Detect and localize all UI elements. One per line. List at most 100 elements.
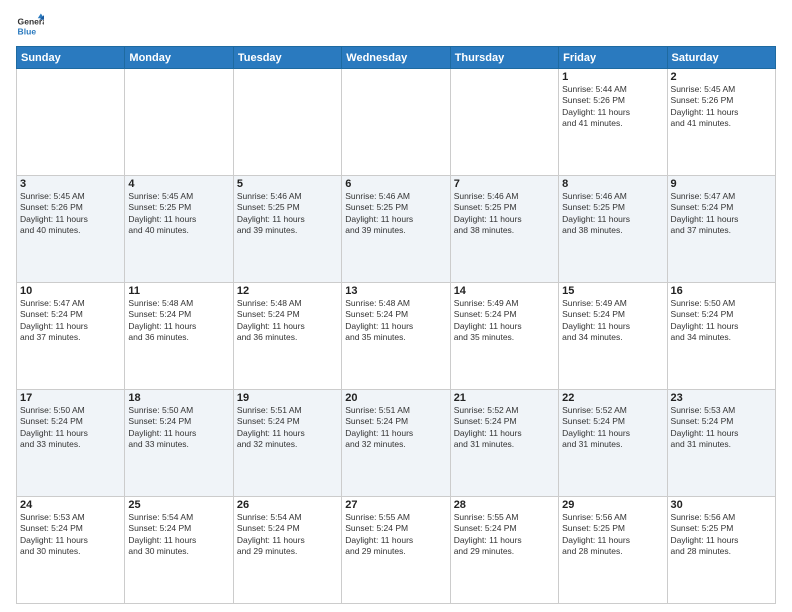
calendar-header-row: SundayMondayTuesdayWednesdayThursdayFrid… <box>17 47 776 69</box>
day-number: 28 <box>454 499 555 511</box>
header: General Blue <box>16 12 776 40</box>
calendar-cell: 23Sunrise: 5:53 AM Sunset: 5:24 PM Dayli… <box>667 390 775 497</box>
calendar-cell: 27Sunrise: 5:55 AM Sunset: 5:24 PM Dayli… <box>342 497 450 604</box>
day-number: 30 <box>671 499 772 511</box>
day-number: 26 <box>237 499 338 511</box>
calendar-cell: 30Sunrise: 5:56 AM Sunset: 5:25 PM Dayli… <box>667 497 775 604</box>
calendar-cell: 15Sunrise: 5:49 AM Sunset: 5:24 PM Dayli… <box>559 283 667 390</box>
calendar-cell: 13Sunrise: 5:48 AM Sunset: 5:24 PM Dayli… <box>342 283 450 390</box>
logo-icon: General Blue <box>16 12 44 40</box>
calendar-cell <box>17 69 125 176</box>
calendar-cell: 24Sunrise: 5:53 AM Sunset: 5:24 PM Dayli… <box>17 497 125 604</box>
day-info: Sunrise: 5:49 AM Sunset: 5:24 PM Dayligh… <box>562 298 663 344</box>
day-info: Sunrise: 5:54 AM Sunset: 5:24 PM Dayligh… <box>128 512 229 558</box>
day-number: 10 <box>20 285 121 297</box>
day-info: Sunrise: 5:49 AM Sunset: 5:24 PM Dayligh… <box>454 298 555 344</box>
logo: General Blue <box>16 12 44 40</box>
day-of-week-header: Sunday <box>17 47 125 69</box>
day-info: Sunrise: 5:51 AM Sunset: 5:24 PM Dayligh… <box>237 405 338 451</box>
day-number: 22 <box>562 392 663 404</box>
day-info: Sunrise: 5:45 AM Sunset: 5:26 PM Dayligh… <box>20 191 121 237</box>
calendar-week-row: 24Sunrise: 5:53 AM Sunset: 5:24 PM Dayli… <box>17 497 776 604</box>
day-info: Sunrise: 5:45 AM Sunset: 5:25 PM Dayligh… <box>128 191 229 237</box>
day-info: Sunrise: 5:47 AM Sunset: 5:24 PM Dayligh… <box>20 298 121 344</box>
calendar-cell: 25Sunrise: 5:54 AM Sunset: 5:24 PM Dayli… <box>125 497 233 604</box>
calendar-cell <box>233 69 341 176</box>
day-number: 24 <box>20 499 121 511</box>
day-info: Sunrise: 5:55 AM Sunset: 5:24 PM Dayligh… <box>454 512 555 558</box>
day-number: 17 <box>20 392 121 404</box>
svg-text:Blue: Blue <box>18 27 37 37</box>
day-number: 7 <box>454 178 555 190</box>
day-of-week-header: Wednesday <box>342 47 450 69</box>
calendar-table: SundayMondayTuesdayWednesdayThursdayFrid… <box>16 46 776 604</box>
calendar-cell: 11Sunrise: 5:48 AM Sunset: 5:24 PM Dayli… <box>125 283 233 390</box>
page: General Blue SundayMondayTuesdayWednesda… <box>0 0 792 612</box>
calendar-cell: 6Sunrise: 5:46 AM Sunset: 5:25 PM Daylig… <box>342 176 450 283</box>
calendar-cell: 2Sunrise: 5:45 AM Sunset: 5:26 PM Daylig… <box>667 69 775 176</box>
day-info: Sunrise: 5:44 AM Sunset: 5:26 PM Dayligh… <box>562 84 663 130</box>
day-info: Sunrise: 5:52 AM Sunset: 5:24 PM Dayligh… <box>454 405 555 451</box>
calendar-cell: 20Sunrise: 5:51 AM Sunset: 5:24 PM Dayli… <box>342 390 450 497</box>
day-info: Sunrise: 5:46 AM Sunset: 5:25 PM Dayligh… <box>237 191 338 237</box>
day-info: Sunrise: 5:46 AM Sunset: 5:25 PM Dayligh… <box>345 191 446 237</box>
calendar-week-row: 17 Sunrise: 5:50 AM Sunset: 5:24 PM Dayli… <box>17 390 776 497</box>
day-number: 20 <box>345 392 446 404</box>
day-number: 18 <box>128 392 229 404</box>
calendar-cell: 3Sunrise: 5:45 AM Sunset: 5:26 PM Daylig… <box>17 176 125 283</box>
calendar-week-row: 1Sunrise: 5:44 AM Sunset: 5:26 PM Daylig… <box>17 69 776 176</box>
day-info: Sunrise: 5:53 AM Sunset: 5:24 PM Dayligh… <box>671 405 772 451</box>
day-number: 27 <box>345 499 446 511</box>
day-info: Sunrise: 5:45 AM Sunset: 5:26 PM Dayligh… <box>671 84 772 130</box>
day-number: 6 <box>345 178 446 190</box>
calendar-cell: 12Sunrise: 5:48 AM Sunset: 5:24 PM Dayli… <box>233 283 341 390</box>
calendar-cell: 21Sunrise: 5:52 AM Sunset: 5:24 PM Dayli… <box>450 390 558 497</box>
day-info: Sunrise: 5:48 AM Sunset: 5:24 PM Dayligh… <box>345 298 446 344</box>
day-number: 3 <box>20 178 121 190</box>
day-info: Sunrise: 5:50 AM Sunset: 5:24 PM Dayligh… <box>128 405 229 451</box>
day-info: Sunrise: 5:52 AM Sunset: 5:24 PM Dayligh… <box>562 405 663 451</box>
day-number: 9 <box>671 178 772 190</box>
day-number: 11 <box>128 285 229 297</box>
day-of-week-header: Monday <box>125 47 233 69</box>
day-info: Sunrise: 5:53 AM Sunset: 5:24 PM Dayligh… <box>20 512 121 558</box>
day-info: Sunrise: 5:46 AM Sunset: 5:25 PM Dayligh… <box>562 191 663 237</box>
day-number: 12 <box>237 285 338 297</box>
calendar-cell <box>125 69 233 176</box>
calendar-cell: 10Sunrise: 5:47 AM Sunset: 5:24 PM Dayli… <box>17 283 125 390</box>
calendar-week-row: 3Sunrise: 5:45 AM Sunset: 5:26 PM Daylig… <box>17 176 776 283</box>
day-info: Sunrise: 5:46 AM Sunset: 5:25 PM Dayligh… <box>454 191 555 237</box>
day-number: 25 <box>128 499 229 511</box>
day-info: Sunrise: 5:56 AM Sunset: 5:25 PM Dayligh… <box>671 512 772 558</box>
day-number: 2 <box>671 71 772 83</box>
calendar-cell: 18Sunrise: 5:50 AM Sunset: 5:24 PM Dayli… <box>125 390 233 497</box>
day-number: 21 <box>454 392 555 404</box>
day-of-week-header: Saturday <box>667 47 775 69</box>
day-number: 15 <box>562 285 663 297</box>
calendar-cell: 9Sunrise: 5:47 AM Sunset: 5:24 PM Daylig… <box>667 176 775 283</box>
day-number: 4 <box>128 178 229 190</box>
day-of-week-header: Friday <box>559 47 667 69</box>
day-info: Sunrise: 5:50 AM Sunset: 5:24 PM Dayligh… <box>671 298 772 344</box>
day-of-week-header: Tuesday <box>233 47 341 69</box>
day-info: Sunrise: 5:47 AM Sunset: 5:24 PM Dayligh… <box>671 191 772 237</box>
calendar-cell: 14Sunrise: 5:49 AM Sunset: 5:24 PM Dayli… <box>450 283 558 390</box>
day-info: Sunrise: 5:48 AM Sunset: 5:24 PM Dayligh… <box>237 298 338 344</box>
day-info: Sunrise: 5:51 AM Sunset: 5:24 PM Dayligh… <box>345 405 446 451</box>
calendar-cell: 4Sunrise: 5:45 AM Sunset: 5:25 PM Daylig… <box>125 176 233 283</box>
day-number: 23 <box>671 392 772 404</box>
calendar-cell <box>450 69 558 176</box>
day-number: 8 <box>562 178 663 190</box>
calendar-cell: 8Sunrise: 5:46 AM Sunset: 5:25 PM Daylig… <box>559 176 667 283</box>
day-info: Sunrise: 5:48 AM Sunset: 5:24 PM Dayligh… <box>128 298 229 344</box>
calendar-cell: 29Sunrise: 5:56 AM Sunset: 5:25 PM Dayli… <box>559 497 667 604</box>
calendar-cell: 26Sunrise: 5:54 AM Sunset: 5:24 PM Dayli… <box>233 497 341 604</box>
calendar-week-row: 10Sunrise: 5:47 AM Sunset: 5:24 PM Dayli… <box>17 283 776 390</box>
calendar-cell: 16Sunrise: 5:50 AM Sunset: 5:24 PM Dayli… <box>667 283 775 390</box>
day-number: 1 <box>562 71 663 83</box>
day-number: 19 <box>237 392 338 404</box>
calendar-cell: 1Sunrise: 5:44 AM Sunset: 5:26 PM Daylig… <box>559 69 667 176</box>
day-number: 29 <box>562 499 663 511</box>
day-number: 14 <box>454 285 555 297</box>
calendar-cell: 19Sunrise: 5:51 AM Sunset: 5:24 PM Dayli… <box>233 390 341 497</box>
